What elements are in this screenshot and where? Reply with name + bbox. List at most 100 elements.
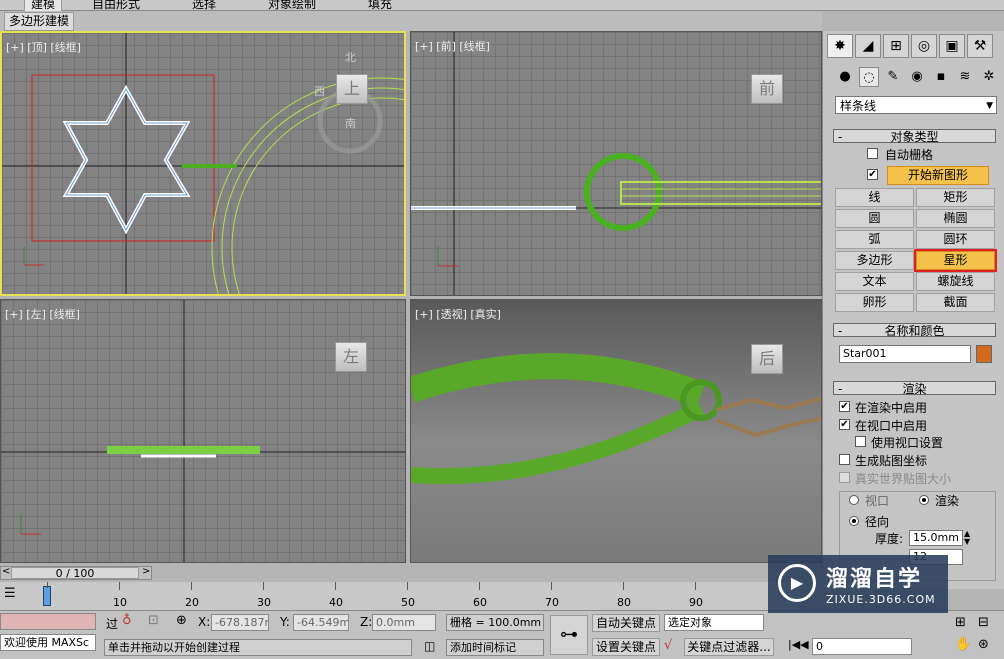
use-viewport-settings-label: 使用视口设置 [871,436,944,450]
compass-south: 南 [345,117,356,130]
viewport-label[interactable]: [+] [前] [线框] [415,38,490,54]
helpers-icon[interactable]: ▪ [931,67,951,87]
viewport-label[interactable]: [+] [顶] [线框] [6,39,81,55]
tick-label: 40 [329,596,343,609]
ngon-button[interactable]: 多边形 [835,251,914,270]
cameras-icon[interactable]: ◉ [907,67,927,87]
pan-icon[interactable]: ✋ [955,637,971,652]
donut-button[interactable]: 圆环 [916,230,995,249]
rollout-rendering[interactable]: - 渲染 [833,381,996,396]
text-button[interactable]: 文本 [835,272,914,291]
thickness-spinner[interactable]: ▲ ▼ [964,530,973,546]
time-tag-icon[interactable]: ◫ [424,639,435,653]
modify-tab-icon[interactable]: ◢ [855,34,881,58]
x-coordinate[interactable]: -678.187m [211,614,269,631]
line-button[interactable]: 线 [835,188,914,207]
viewcube[interactable]: 前 [751,74,783,104]
tick-label: 60 [473,596,487,609]
tick [47,582,48,588]
create-tab-icon[interactable]: ✸ [827,34,853,58]
maxscript-listener[interactable] [0,613,96,630]
viewport-label[interactable]: [+] [透视] [真实] [415,306,501,322]
star-button[interactable]: 星形 [914,249,997,272]
thickness-input[interactable]: 15.0mm [909,530,963,546]
y-coordinate[interactable]: -64.549mm [293,614,349,631]
shape-category-select[interactable]: 样条线 ▼ [835,96,997,114]
zoom-all-icon[interactable]: ⊟ [978,615,989,630]
timeline-track[interactable]: ☰ 10 20 30 40 50 60 70 80 90 [0,582,800,610]
viewport-left[interactable]: 左 [+] [左] [线框] [0,299,406,563]
welcome-text[interactable]: 欢迎使用 MAXSc [0,634,96,651]
current-frame-input[interactable]: 0 [812,638,912,655]
next-frame-icon[interactable]: > [142,566,150,577]
viewport-front[interactable]: 前 [+] [前] [线框] [410,31,822,296]
start-new-shape-checkbox[interactable]: ✔ [867,169,878,180]
time-marker[interactable] [43,586,51,606]
go-to-start-icon[interactable]: |◀◀ [788,638,809,651]
orbit-icon[interactable]: ⊛ [978,637,989,652]
viewport-radio[interactable] [849,495,859,505]
collapse-icon: - [838,130,843,144]
circle-button[interactable]: 圆 [835,209,914,228]
dropdown-value: 样条线 [840,99,877,113]
spacewarps-icon[interactable]: ≋ [955,67,975,87]
selection-lock-label: 过 [106,617,119,631]
render-radio[interactable] [919,495,929,505]
motion-tab-icon[interactable]: ◎ [911,34,937,58]
auto-key-button[interactable]: 自动关键点 [592,614,660,632]
radial-radio[interactable] [849,516,859,526]
geometry-icon[interactable]: ● [835,67,855,87]
prev-frame-icon[interactable]: < [2,566,10,577]
selected-object-select[interactable]: 选定对象 [664,614,764,631]
real-world-checkbox[interactable] [839,472,850,483]
compass-west: 西 [314,85,325,98]
lights-icon[interactable]: ✎ [883,67,903,87]
viewcube[interactable]: 左 [335,342,367,372]
viewcube[interactable]: 后 [751,344,783,374]
object-color-swatch[interactable] [976,345,992,363]
auto-grid-checkbox[interactable] [867,148,878,159]
absolute-mode-icon[interactable]: ⊕ [176,613,187,628]
gen-mapping-checkbox[interactable] [839,454,850,465]
utilities-tab-icon[interactable]: ⚒ [967,34,993,58]
add-time-tag[interactable]: 添加时间标记 [446,639,544,656]
pin-icon[interactable]: ♁ [122,613,132,628]
watermark-logo: ▶ 溜溜自学 ZIXUE.3D66.COM [768,555,948,613]
rectangle-button[interactable]: 矩形 [916,188,995,207]
arc-button[interactable]: 弧 [835,230,914,249]
viewport-label[interactable]: [+] [左] [线框] [5,306,80,322]
viewcube[interactable]: 上 [336,74,368,104]
key-filters-button[interactable]: 关键点过滤器... [684,638,774,656]
zoom-extents-icon[interactable]: ⊞ [955,615,966,630]
tab-poly-modeling[interactable]: 多边形建模 [4,12,75,31]
z-coordinate[interactable]: 0.0mm [372,614,436,631]
viewport-perspective[interactable]: 后 [+] [透视] [真实] [410,299,822,563]
curve-editor-icon[interactable]: ☰ [4,586,24,604]
enable-in-renderer-checkbox[interactable]: ✔ [839,401,850,412]
systems-icon[interactable]: ✲ [979,67,999,87]
display-tab-icon[interactable]: ▣ [939,34,965,58]
hierarchy-tab-icon[interactable]: ⊞ [883,34,909,58]
helix-button[interactable]: 螺旋线 [916,272,995,291]
shapes-icon[interactable]: ◌ [859,67,879,87]
use-viewport-settings-checkbox[interactable] [855,436,866,447]
enable-in-renderer-label: 在渲染中启用 [855,401,928,415]
viewport-top[interactable]: 上 北 西 南 [+] [顶] [线框] [0,31,406,296]
set-key-button[interactable]: 设置关键点 [592,638,660,656]
egg-button[interactable]: 卵形 [835,293,914,312]
collapse-icon: - [838,382,843,396]
lock-icon[interactable]: ⊡ [148,613,159,628]
section-button[interactable]: 截面 [916,293,995,312]
time-slider[interactable]: < 0 / 100 > [0,566,152,580]
rollout-object-type[interactable]: - 对象类型 [833,129,996,144]
ellipse-button[interactable]: 椭圆 [916,209,995,228]
time-slider-thumb[interactable]: 0 / 100 [11,567,139,579]
enable-in-viewport-checkbox[interactable]: ✔ [839,419,850,430]
tick-label: 70 [545,596,559,609]
grid-size: 栅格 = 100.0mm [446,614,544,631]
rollout-name-color[interactable]: - 名称和颜色 [833,323,996,338]
start-new-shape-button[interactable]: 开始新图形 [887,166,989,185]
object-name-input[interactable]: Star001 [839,345,971,363]
set-key-icon[interactable]: ⊶ [550,615,588,655]
tick [479,582,480,590]
